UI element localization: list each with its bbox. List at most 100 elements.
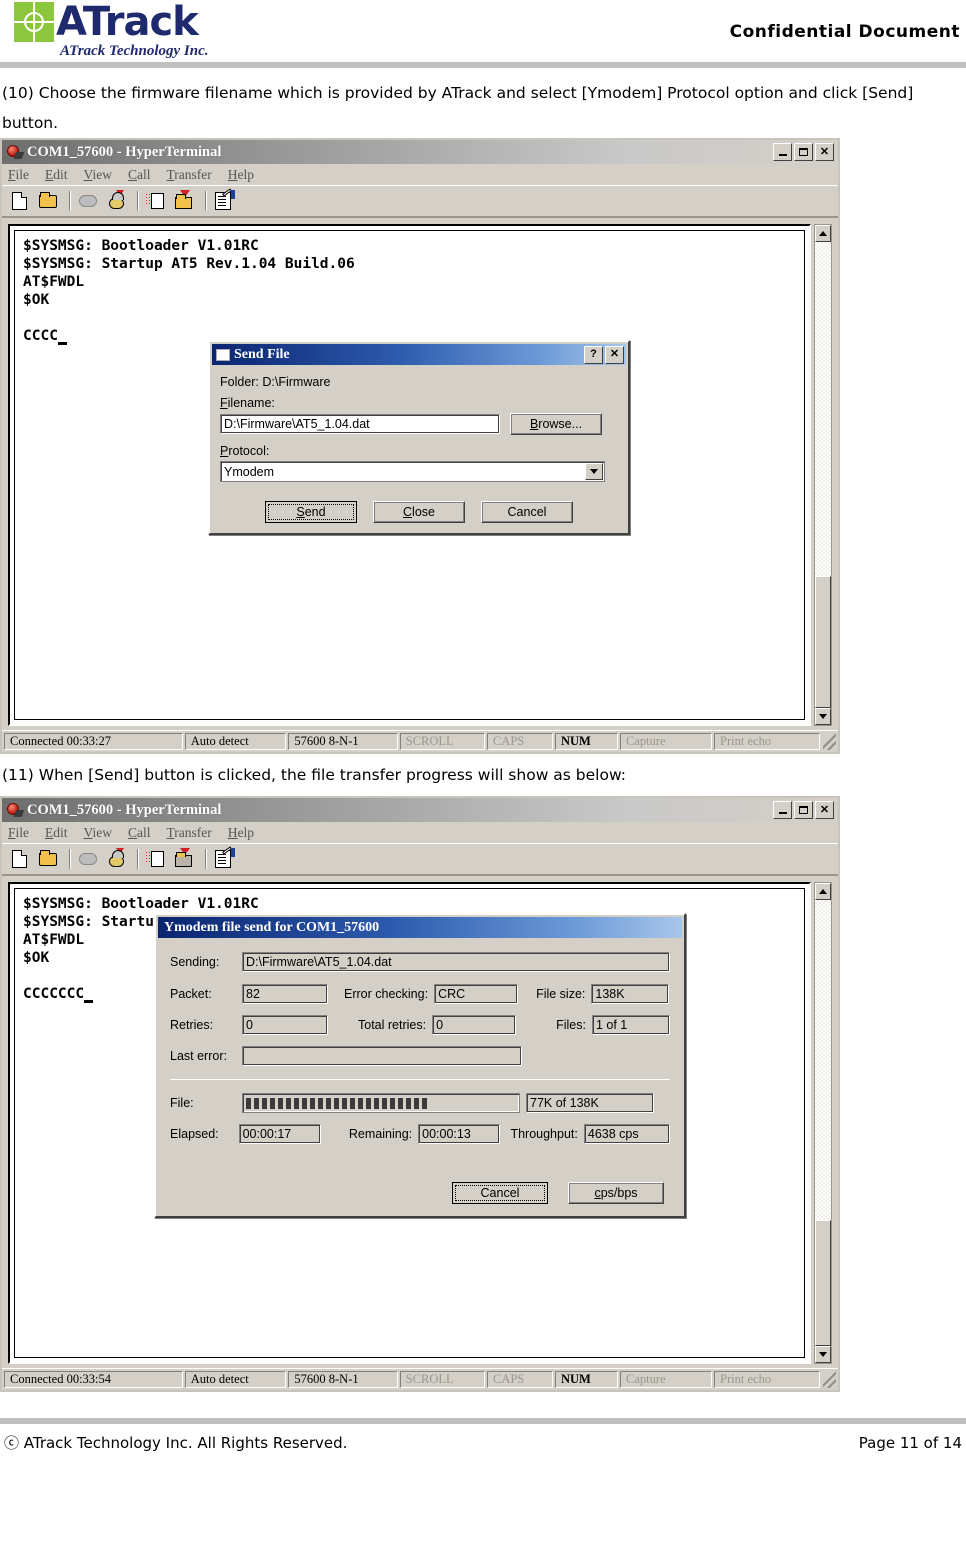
window-controls-1[interactable]: ✕ xyxy=(773,143,836,161)
vertical-scrollbar-1[interactable] xyxy=(814,224,832,726)
titlebar-2[interactable]: COM1_57600 - HyperTerminal ✕ xyxy=(2,798,838,822)
new-connection-icon[interactable] xyxy=(8,189,32,213)
menu-help-2[interactable]: Help xyxy=(228,825,254,841)
vertical-scrollbar-2[interactable] xyxy=(814,882,832,1364)
help-button[interactable]: ? xyxy=(584,345,603,364)
scroll-down-button-1[interactable] xyxy=(815,708,831,725)
menu-transfer-2[interactable]: Transfer xyxy=(167,825,212,841)
open-folder-icon[interactable] xyxy=(36,189,60,213)
minimize-button-1[interactable] xyxy=(773,143,792,161)
window-title-2: COM1_57600 - HyperTerminal xyxy=(27,801,222,818)
toolbar-separator xyxy=(137,191,139,211)
sending-label: Sending: xyxy=(170,955,220,969)
send-file-dialog[interactable]: Send File ? ✕ Folder: D:\Firmware Filena… xyxy=(208,340,630,535)
file-progress-text: 77K of 138K xyxy=(526,1093,654,1113)
open-folder-icon[interactable] xyxy=(36,847,60,871)
scroll-thumb-1[interactable] xyxy=(815,576,831,708)
status-num-2: NUM xyxy=(554,1371,619,1388)
error-checking-label: Error checking: xyxy=(344,987,429,1001)
statusbar-2: Connected 00:33:54 Auto detect 57600 8-N… xyxy=(2,1368,838,1390)
status-scroll-2: SCROLL xyxy=(399,1371,485,1388)
resize-grip-2[interactable] xyxy=(822,1371,836,1388)
menu-edit-2[interactable]: Edit xyxy=(45,825,68,841)
hyperterminal-window-1[interactable]: COM1_57600 - HyperTerminal ✕ File Edit V… xyxy=(0,138,840,754)
ymodem-titlebar[interactable]: Ymodem file send for COM1_57600 xyxy=(158,917,682,938)
send-button[interactable]: Send xyxy=(265,501,357,523)
close-button-1[interactable]: ✕ xyxy=(815,143,834,161)
send-file-title-buttons[interactable]: ? ✕ xyxy=(584,345,624,364)
scroll-track-2[interactable] xyxy=(815,900,831,1346)
menu-transfer-1[interactable]: Transfer xyxy=(167,167,212,183)
maximize-button-1[interactable] xyxy=(794,143,813,161)
files-label: Files: xyxy=(556,1018,586,1032)
folder-label: Folder: D:\Firmware xyxy=(220,375,331,389)
scroll-down-button-2[interactable] xyxy=(815,1346,831,1363)
menu-help-1[interactable]: Help xyxy=(228,167,254,183)
receive-file-icon[interactable] xyxy=(172,847,196,871)
menu-edit-1[interactable]: Edit xyxy=(45,167,68,183)
file-size-label: File size: xyxy=(536,987,586,1001)
cps-bps-button[interactable]: c ps/bps xyxy=(568,1182,664,1204)
disconnect-phone-icon[interactable] xyxy=(76,847,100,871)
status-capture-1: Capture xyxy=(620,733,713,750)
filename-label: Filename: xyxy=(220,396,275,410)
file-progress-bar xyxy=(242,1093,520,1113)
step-11-text: (11) When [Send] button is clicked, the … xyxy=(2,766,627,784)
menu-view-1[interactable]: View xyxy=(84,167,112,183)
properties-icon[interactable] xyxy=(212,188,236,213)
status-printecho-1: Print echo xyxy=(714,733,821,750)
connect-phone-icon[interactable] xyxy=(104,189,128,213)
close-button[interactable]: Close xyxy=(373,501,465,523)
receive-file-icon[interactable] xyxy=(172,189,196,213)
ymodem-send-dialog[interactable]: Ymodem file send for COM1_57600 Sending:… xyxy=(154,913,686,1218)
elapsed-label: Elapsed: xyxy=(170,1127,219,1141)
page-number: Page 11 of 14 xyxy=(858,1433,962,1452)
status-caps-2: CAPS xyxy=(486,1371,553,1388)
toolbar-separator xyxy=(205,191,207,211)
menu-file-1[interactable]: File xyxy=(8,167,29,183)
menubar-1[interactable]: File Edit View Call Transfer Help xyxy=(2,164,838,186)
properties-icon[interactable] xyxy=(212,846,236,871)
send-file-titlebar[interactable]: Send File ? ✕ xyxy=(212,344,626,365)
maximize-button-2[interactable] xyxy=(794,801,813,819)
minimize-button-2[interactable] xyxy=(773,801,792,819)
terminal-line: $SYSMSG: Bootloader V1.01RC xyxy=(23,896,259,912)
new-connection-icon[interactable] xyxy=(8,847,32,871)
titlebar-1[interactable]: COM1_57600 - HyperTerminal ✕ xyxy=(2,140,838,164)
browse-button[interactable]: Browse... xyxy=(510,413,602,435)
terminal-line: AT$FWDL xyxy=(23,274,85,290)
menu-call-2[interactable]: Call xyxy=(128,825,151,841)
packet-label: Packet: xyxy=(170,987,212,1001)
toolbar-1[interactable] xyxy=(2,186,838,218)
hyperterminal-window-2[interactable]: COM1_57600 - HyperTerminal ✕ File Edit V… xyxy=(0,796,840,1392)
scroll-track-1[interactable] xyxy=(815,242,831,708)
menubar-2[interactable]: File Edit View Call Transfer Help xyxy=(2,822,838,844)
ymodem-body: Sending: D:\Firmware\AT5_1.04.dat Packet… xyxy=(156,940,684,1216)
page-footer: ⓒ ATrack Technology Inc. All Rights Rese… xyxy=(0,1424,966,1453)
window-controls-2[interactable]: ✕ xyxy=(773,801,836,819)
resize-grip-1[interactable] xyxy=(822,733,836,750)
window-title-1: COM1_57600 - HyperTerminal xyxy=(27,143,222,160)
menu-call-1[interactable]: Call xyxy=(128,167,151,183)
protocol-select[interactable]: Ymodem xyxy=(220,461,605,482)
menu-view-2[interactable]: View xyxy=(84,825,112,841)
protocol-selected-value: Ymodem xyxy=(224,464,275,479)
menu-file-2[interactable]: File xyxy=(8,825,29,841)
connect-phone-icon[interactable] xyxy=(104,847,128,871)
send-file-icon[interactable] xyxy=(144,847,168,871)
close-button-2[interactable]: ✕ xyxy=(815,801,834,819)
status-line-1: 57600 8-N-1 xyxy=(288,733,398,750)
scroll-up-button-2[interactable] xyxy=(815,883,831,900)
filename-input[interactable]: D:\Firmware\AT5_1.04.dat xyxy=(220,414,500,434)
scroll-up-button-1[interactable] xyxy=(815,225,831,242)
close-icon[interactable]: ✕ xyxy=(605,345,624,364)
send-file-icon[interactable] xyxy=(144,189,168,213)
toolbar-2[interactable] xyxy=(2,844,838,876)
ymodem-cancel-button[interactable]: Cancel xyxy=(452,1182,548,1204)
chevron-down-icon[interactable] xyxy=(585,463,603,480)
scroll-thumb-2[interactable] xyxy=(815,1219,831,1346)
dialog-window-icon xyxy=(216,348,230,361)
disconnect-phone-icon[interactable] xyxy=(76,189,100,213)
cancel-button[interactable]: Cancel xyxy=(481,501,573,523)
